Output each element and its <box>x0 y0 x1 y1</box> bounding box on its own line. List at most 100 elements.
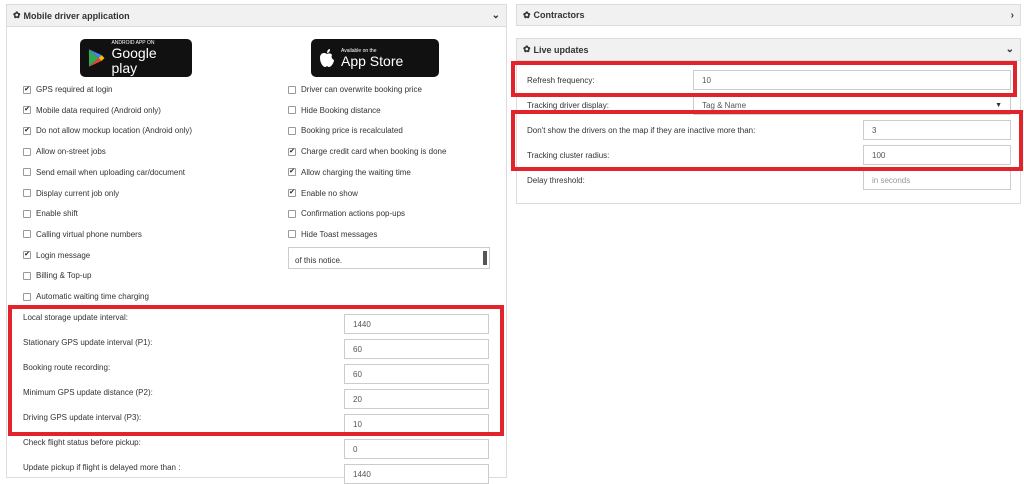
number-input[interactable]: 1440 <box>344 464 489 484</box>
checkbox-row[interactable]: Allow on-street jobs <box>23 147 106 156</box>
checkbox-unchecked[interactable] <box>23 271 31 280</box>
field-label: Minimum GPS update distance (P2): <box>23 388 153 397</box>
checkbox-checked[interactable]: ✔ <box>288 168 296 177</box>
checkbox-row[interactable]: ✔ Charge credit card when booking is done <box>288 147 446 156</box>
app-store-badge[interactable]: Available on the App Store <box>311 39 439 77</box>
checkbox-row[interactable]: Billing & Top-up <box>23 271 91 280</box>
checkbox-row[interactable]: ✔ Do not allow mockup location (Android o… <box>23 126 192 135</box>
input-value: Tag & Name <box>702 100 747 110</box>
number-input[interactable]: 3 <box>863 120 1011 140</box>
checkbox-unchecked[interactable] <box>23 209 31 218</box>
number-input[interactable]: 20 <box>344 389 489 409</box>
live-updates-panel-header[interactable]: ✿ Live updates ⌄ <box>517 39 1020 61</box>
google-play-badge[interactable]: ANDROID APP ON Google play <box>80 39 192 77</box>
checkbox-row[interactable]: Booking price is recalculated <box>288 126 403 135</box>
chevron-down-icon[interactable]: ⌄ <box>1006 44 1014 55</box>
number-input[interactable]: 100 <box>863 145 1011 165</box>
login-message-text: of this notice. <box>295 256 343 265</box>
checkbox-label: Mobile data required (Android only) <box>36 105 161 115</box>
gear-icon: ✿ <box>13 10 21 20</box>
checkbox-row[interactable]: ✔ GPS required at login <box>23 85 113 94</box>
checkbox-row[interactable]: ✔ Allow charging the waiting time <box>288 168 411 177</box>
field-label: Tracking driver display: <box>527 101 609 110</box>
checkbox-checked[interactable]: ✔ <box>23 85 31 94</box>
checkbox-row[interactable]: Calling virtual phone numbers <box>23 230 142 239</box>
checkbox-label: Do not allow mockup location (Android on… <box>36 126 193 136</box>
input-value: 10 <box>353 419 362 429</box>
checkbox-row[interactable]: Confirmation actions pop-ups <box>288 209 405 218</box>
number-input[interactable]: 10 <box>693 70 1011 90</box>
checkbox-label: GPS required at login <box>36 85 113 94</box>
textarea-scrollbar[interactable] <box>483 251 487 265</box>
checkbox-label: Confirmation actions pop-ups <box>301 209 406 219</box>
chevron-down-icon[interactable]: ⌄ <box>492 10 500 21</box>
number-input[interactable]: in seconds <box>863 170 1011 190</box>
checkbox-unchecked[interactable] <box>288 126 296 135</box>
field-label: Local storage update interval: <box>23 313 128 322</box>
checkbox-unchecked[interactable] <box>23 292 31 301</box>
field-label: Update pickup if flight is delayed more … <box>23 463 181 472</box>
field-label: Booking route recording: <box>23 363 111 372</box>
number-input[interactable]: 60 <box>344 339 489 359</box>
checkbox-label: Driver can overwrite booking price <box>301 85 422 94</box>
field-label: Refresh frequency: <box>527 76 595 85</box>
checkbox-row[interactable]: Enable shift <box>23 209 78 218</box>
live-updates-panel: ✿ Live updates ⌄ Refresh frequency: 10 Trac… <box>516 38 1021 204</box>
input-value: 1440 <box>353 319 371 329</box>
checkbox-checked[interactable]: ✔ <box>23 106 31 115</box>
number-input[interactable]: 10 <box>344 414 489 434</box>
checkbox-unchecked[interactable] <box>288 209 296 218</box>
checkbox-row[interactable]: Hide Toast messages <box>288 230 377 239</box>
input-value: in seconds <box>872 175 911 185</box>
checkbox-row[interactable]: Hide Booking distance <box>288 106 381 115</box>
checkbox-row[interactable]: Send email when uploading car/document <box>23 168 185 177</box>
contractors-panel: ✿ Contractors › <box>516 4 1021 26</box>
checkbox-label: Send email when uploading car/document <box>36 167 185 177</box>
checkbox-label: Hide Toast messages <box>301 229 378 239</box>
checkbox-label: Automatic waiting time charging <box>36 292 149 301</box>
login-message-textarea[interactable]: of this notice. <box>288 247 490 269</box>
checkbox-checked[interactable]: ✔ <box>288 147 296 156</box>
checkbox-row[interactable]: Driver can overwrite booking price <box>288 85 422 94</box>
number-input[interactable]: 60 <box>344 364 489 384</box>
checkbox-unchecked[interactable] <box>288 106 296 115</box>
checkbox-unchecked[interactable] <box>23 189 31 197</box>
field-label: Don't show the drivers on the map if the… <box>527 126 756 135</box>
mobile-driver-panel-header[interactable]: ✿ Mobile driver application ⌄ <box>7 5 506 27</box>
tracking-display-select[interactable]: Tag & Name ▼ <box>693 95 1011 115</box>
checkbox-unchecked[interactable] <box>23 147 31 156</box>
field-label: Tracking cluster radius: <box>527 151 610 160</box>
checkbox-checked[interactable]: ✔ <box>23 126 31 135</box>
contractors-panel-header[interactable]: ✿ Contractors › <box>517 5 1020 25</box>
input-value: 60 <box>353 344 362 354</box>
checkbox-row[interactable]: Automatic waiting time charging <box>23 292 149 301</box>
input-value: 3 <box>872 125 877 135</box>
checkbox-row[interactable]: ✔ Mobile data required (Android only) <box>23 106 161 115</box>
checkbox-checked[interactable]: ✔ <box>288 189 296 197</box>
checkbox-row[interactable]: ✔ Enable no show <box>288 189 358 198</box>
number-input[interactable]: 0 <box>344 439 489 459</box>
field-label: Stationary GPS update interval (P1): <box>23 338 153 347</box>
checkbox-label: Allow on-street jobs <box>36 147 106 157</box>
checkbox-label: Hide Booking distance <box>301 105 381 115</box>
apple-icon <box>320 49 334 67</box>
number-input[interactable]: 1440 <box>344 314 489 334</box>
field-label: Check flight status before pickup: <box>23 438 141 447</box>
checkbox-unchecked[interactable] <box>23 168 31 177</box>
checkbox-unchecked[interactable] <box>23 230 31 239</box>
checkbox-checked[interactable]: ✔ <box>23 251 31 260</box>
checkbox-label: Charge credit card when booking is done <box>301 147 447 157</box>
checkbox-row[interactable]: ✔ Login message <box>23 251 90 260</box>
input-value: 10 <box>702 75 711 85</box>
caret-down-icon[interactable]: ▼ <box>995 102 1002 109</box>
checkbox-label: Allow charging the waiting time <box>301 167 411 177</box>
chevron-right-icon[interactable]: › <box>1011 10 1014 21</box>
checkbox-label: Calling virtual phone numbers <box>36 229 142 239</box>
field-label: Delay threshold: <box>527 176 585 185</box>
checkbox-row[interactable]: Display current job only <box>23 189 119 198</box>
checkbox-unchecked[interactable] <box>288 230 296 239</box>
input-value: 0 <box>353 444 358 454</box>
gear-icon: ✿ <box>523 44 531 54</box>
field-label: Driving GPS update interval (P3): <box>23 413 142 422</box>
checkbox-unchecked[interactable] <box>288 85 296 94</box>
